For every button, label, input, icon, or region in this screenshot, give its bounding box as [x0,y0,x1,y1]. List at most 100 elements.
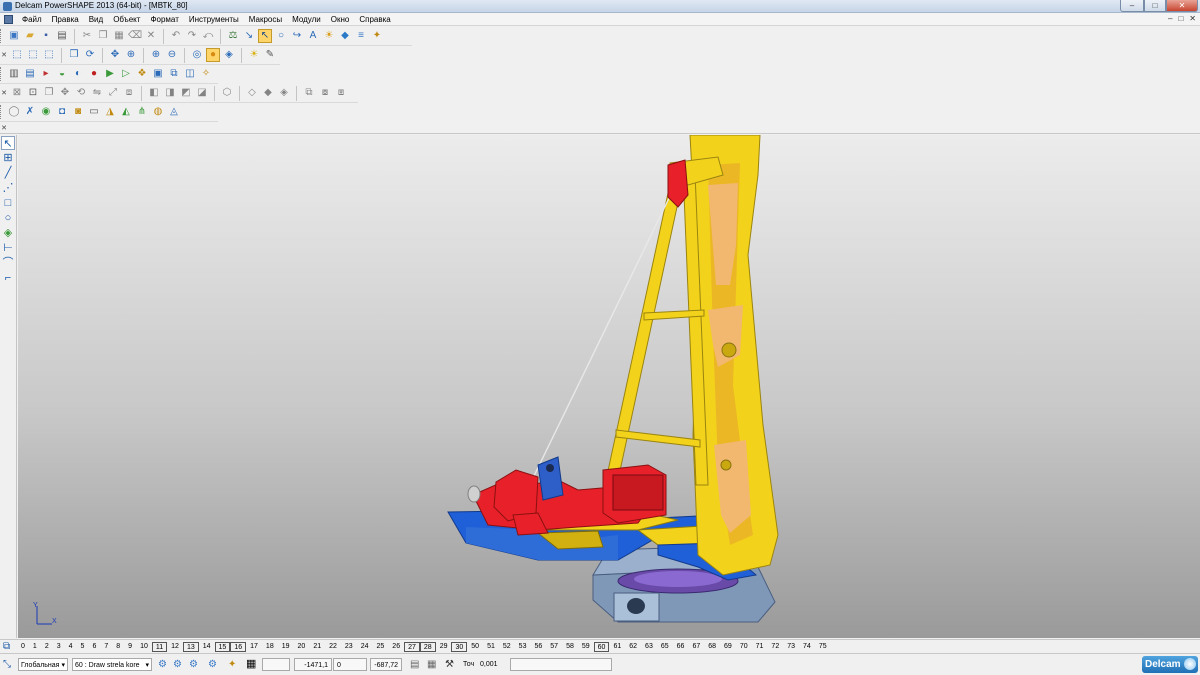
menu-view[interactable]: Вид [84,15,108,24]
snap-icon[interactable]: ↘ [242,29,256,43]
mirror-icon[interactable]: ⇋ [90,86,104,100]
y-coordinate-field[interactable]: 0 [333,658,367,671]
level-item[interactable]: 22 [325,642,341,652]
circle-icon[interactable]: ○ [1,211,15,225]
keypad-icon[interactable]: ▦ [427,658,436,671]
level-item[interactable]: 14 [199,642,215,652]
fillet-icon[interactable]: ◈ [277,86,291,100]
view-iso-icon[interactable]: ⬚ [10,48,24,62]
level-item[interactable]: 70 [736,642,752,652]
grid-icon[interactable]: ▦ [246,658,256,671]
tolerance-field[interactable]: 0,001 [480,658,506,671]
curve-icon[interactable]: ⌒ [1,256,15,270]
level-item[interactable]: 50 [467,642,483,652]
level-item[interactable]: 3 [53,642,65,652]
level-item[interactable]: 25 [373,642,389,652]
document-icon[interactable] [4,15,13,24]
level-item[interactable]: 5 [77,642,89,652]
surface-icon[interactable]: ◒ [55,67,69,81]
layers-stack-icon[interactable]: ≡ [354,29,368,43]
star-shape-icon[interactable]: ✧ [199,67,213,81]
tolerance-icon[interactable]: ⚒ [445,658,454,671]
undo-icon[interactable]: ↶ [169,29,183,43]
level-item[interactable]: 11 [151,641,168,652]
group-icon[interactable]: ⧉ [302,86,316,100]
wizard-icon[interactable]: ✦ [370,29,384,43]
active-level-select[interactable]: 60 : Draw strela kore [72,658,152,672]
frame-icon[interactable]: ▣ [151,67,165,81]
level-item[interactable]: 30 [451,641,468,652]
view-cube-icon[interactable]: ❒ [67,48,81,62]
text-icon[interactable]: A [306,29,320,43]
level-item[interactable]: 72 [767,642,783,652]
ungroup-icon[interactable]: ⧇ [318,86,332,100]
menu-object[interactable]: Объект [108,15,145,24]
level-item[interactable]: 18 [262,642,278,652]
toolbar-close-icon[interactable]: ✕ [0,89,8,97]
light-icon[interactable]: ☀ [322,29,336,43]
calculator-icon[interactable]: ▤ [410,658,419,671]
move-icon[interactable]: ✥ [58,86,72,100]
document-props-icon[interactable]: ▤ [23,67,37,81]
graphics-viewport[interactable]: Y X [18,135,1200,638]
print-icon[interactable]: ▤ [55,29,69,43]
transform-icon[interactable]: ⬡ [220,86,234,100]
level-item[interactable]: 74 [799,642,815,652]
level-item[interactable]: 1 [29,642,41,652]
circle-select-icon[interactable]: ○ [274,29,288,43]
workplane-icon[interactable]: ⊞ [1,151,15,165]
line-icon[interactable]: ╱ [1,166,15,180]
toolbar-grip[interactable] [0,67,3,81]
level-item[interactable]: 8 [112,642,124,652]
level-item[interactable]: 0 [17,642,29,652]
workplane-icon[interactable]: ⤡ [3,658,11,671]
zoom-out-icon[interactable]: ⊖ [165,48,179,62]
level-item[interactable]: 20 [294,642,310,652]
dimension-h-icon[interactable]: ⊢ [1,241,15,255]
grid-value-field[interactable] [262,658,290,671]
feature-tree-icon[interactable]: ⋔ [135,105,149,119]
menu-file[interactable]: Файл [17,15,47,24]
shaded-icon[interactable]: ● [206,48,220,62]
level-item[interactable]: 16 [230,641,247,652]
measure-icon[interactable]: ⚖ [226,29,240,43]
level-item[interactable]: 69 [720,642,736,652]
scale-icon[interactable]: ⤢ [106,86,120,100]
model-tree-icon[interactable]: ▸ [39,67,53,81]
save-icon[interactable]: ▪ [39,29,53,43]
dimension-tool-icon[interactable]: ✦ [228,658,236,671]
level-item[interactable]: 58 [562,642,578,652]
menu-window[interactable]: Окно [326,15,355,24]
copy-object-icon[interactable]: ❐ [42,86,56,100]
link-icon[interactable]: ⧉ [167,67,181,81]
boolean-icon[interactable]: ◙ [71,105,85,119]
menu-modules[interactable]: Модули [287,15,326,24]
level-item[interactable]: 56 [530,642,546,652]
level-item[interactable]: 63 [641,642,657,652]
level-item[interactable]: 26 [388,642,404,652]
copy-icon[interactable]: ❐ [96,29,110,43]
blend-icon[interactable]: ◩ [179,86,193,100]
close-button[interactable]: ✕ [1166,0,1198,12]
limit-icon[interactable]: ◧ [147,86,161,100]
polyline-icon[interactable]: ⋰ [1,181,15,195]
select-frame-icon[interactable]: ⊡ [26,86,40,100]
trim-x-icon[interactable]: ✗ [23,105,37,119]
level-item[interactable]: 73 [783,642,799,652]
view-rotate-icon[interactable]: ⟳ [83,48,97,62]
level-item[interactable]: 6 [88,642,100,652]
mdi-close-button[interactable]: ✕ [1189,14,1196,23]
assembly-icon[interactable]: ❖ [135,67,149,81]
select-icon[interactable]: ↖ [258,29,272,43]
level-item[interactable]: 9 [124,642,136,652]
boss-icon[interactable]: ◘ [55,105,69,119]
workplane-toggle-icon[interactable]: ⚙ [208,658,217,671]
level-item[interactable]: 7 [100,642,112,652]
level-item[interactable]: 67 [688,642,704,652]
calculator-icon[interactable]: ▥ [7,67,21,81]
level-item[interactable]: 66 [673,642,689,652]
level-item[interactable]: 53 [515,642,531,652]
level-item[interactable]: 28 [419,641,436,652]
minimize-button[interactable]: – [1120,0,1144,12]
zoom-icon[interactable]: ⊕ [124,48,138,62]
